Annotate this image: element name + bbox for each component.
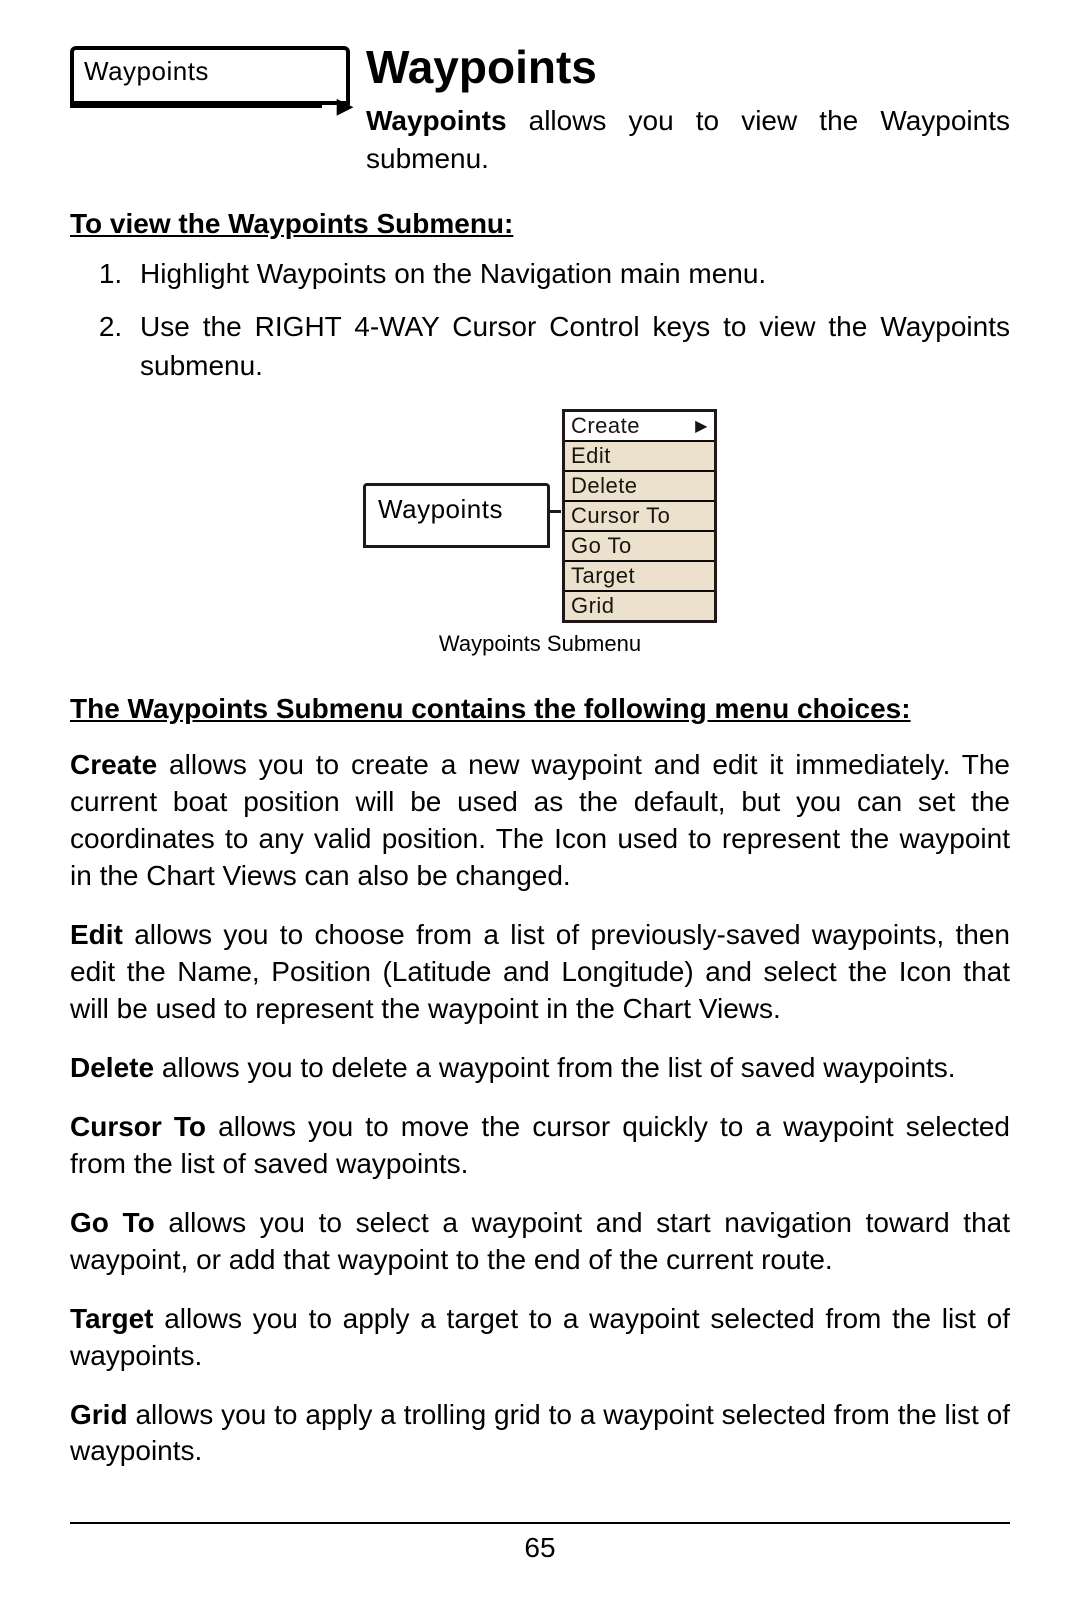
submenu-item-go-to: Go To (565, 532, 714, 562)
step-item: Use the RIGHT 4-WAY Cursor Control keys … (130, 307, 1010, 385)
step-item: Highlight Waypoints on the Navigation ma… (130, 254, 1010, 293)
submenu-item-label: Delete (571, 473, 638, 499)
waypoints-menu-box-label: Waypoints (84, 56, 209, 86)
desc-bold: Create (70, 749, 157, 780)
submenu-item-label: Go To (571, 533, 632, 559)
header: Waypoints ▶ Waypoints Waypoints allows y… (70, 40, 1010, 178)
submenu-figure: Waypoints Create ▶ Edit Delete Cursor To… (70, 409, 1010, 657)
desc-create: Create allows you to create a new waypoi… (70, 747, 1010, 895)
desc-bold: Go To (70, 1207, 155, 1238)
submenu-item-create: Create ▶ (565, 412, 714, 442)
choices-heading: The Waypoints Submenu contains the follo… (70, 693, 1010, 725)
right-arrow-icon: ▶ (695, 416, 708, 436)
submenu-item-label: Create (571, 413, 640, 439)
page-number: 65 (70, 1532, 1010, 1564)
desc-rest: allows you to select a waypoint and star… (70, 1207, 1010, 1275)
right-arrow-icon: ▶ (337, 93, 354, 119)
figure-parent-label: Waypoints (378, 494, 503, 524)
desc-grid: Grid allows you to apply a trolling grid… (70, 1397, 1010, 1471)
desc-bold: Edit (70, 919, 123, 950)
desc-rest: allows you to apply a target to a waypoi… (70, 1303, 1010, 1371)
submenu-item-target: Target (565, 562, 714, 592)
desc-rest: allows you to apply a trolling grid to a… (70, 1399, 1010, 1467)
desc-go-to: Go To allows you to select a waypoint an… (70, 1205, 1010, 1279)
desc-target: Target allows you to apply a target to a… (70, 1301, 1010, 1375)
submenu-list: Create ▶ Edit Delete Cursor To Go To Tar… (562, 409, 717, 623)
waypoints-menu-box: Waypoints ▶ (70, 46, 350, 105)
submenu-item-grid: Grid (565, 592, 714, 620)
waypoints-menu-icon: Waypoints ▶ (70, 46, 350, 108)
desc-cursor-to: Cursor To allows you to move the cursor … (70, 1109, 1010, 1183)
desc-rest: allows you to choose from a list of prev… (70, 919, 1010, 1024)
desc-rest: allows you to create a new waypoint and … (70, 749, 1010, 891)
desc-bold: Target (70, 1303, 154, 1334)
desc-edit: Edit allows you to choose from a list of… (70, 917, 1010, 1028)
submenu-item-cursor-to: Cursor To (565, 502, 714, 532)
lead-bold: Waypoints (366, 105, 507, 136)
desc-bold: Delete (70, 1052, 154, 1083)
submenu-item-label: Cursor To (571, 503, 670, 529)
waypoints-menu-underbar (70, 104, 322, 108)
view-submenu-heading: To view the Waypoints Submenu: (70, 208, 1010, 240)
submenu-item-label: Edit (571, 443, 611, 469)
figure-caption: Waypoints Submenu (439, 631, 641, 657)
desc-bold: Cursor To (70, 1111, 206, 1142)
lead-text: Waypoints allows you to view the Waypoin… (366, 102, 1010, 178)
desc-rest: allows you to delete a waypoint from the… (154, 1052, 956, 1083)
steps-list: Highlight Waypoints on the Navigation ma… (130, 254, 1010, 386)
submenu-item-delete: Delete (565, 472, 714, 502)
desc-rest: allows you to move the cursor quickly to… (70, 1111, 1010, 1179)
submenu-item-label: Target (571, 563, 635, 589)
desc-bold: Grid (70, 1399, 128, 1430)
submenu-figure-inner: Waypoints Create ▶ Edit Delete Cursor To… (363, 409, 717, 623)
header-text: Waypoints Waypoints allows you to view t… (366, 40, 1010, 178)
footer-rule (70, 1522, 1010, 1524)
submenu-item-label: Grid (571, 593, 615, 619)
desc-delete: Delete allows you to delete a waypoint f… (70, 1050, 1010, 1087)
figure-parent-box: Waypoints (363, 483, 550, 548)
submenu-item-edit: Edit (565, 442, 714, 472)
section-title: Waypoints (366, 40, 1010, 94)
